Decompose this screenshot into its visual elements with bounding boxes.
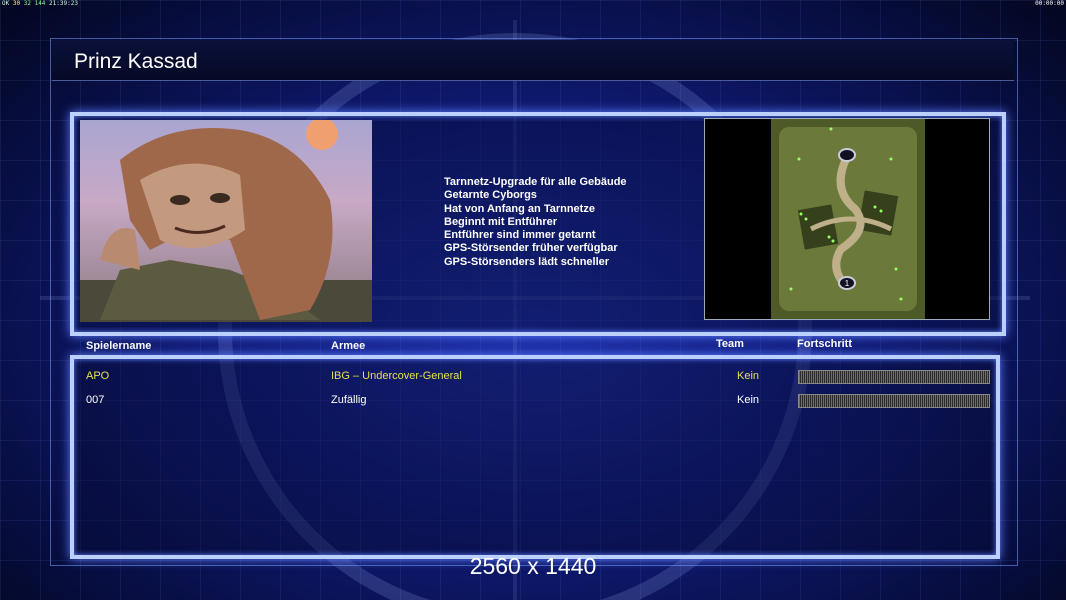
feature-item: Getarnte Cyborgs bbox=[444, 189, 537, 202]
player-team: Kein bbox=[737, 394, 760, 406]
feature-item: Beginnt mit Entführer bbox=[444, 215, 558, 228]
player-army: IBG – Undercover-General bbox=[331, 370, 462, 382]
player-row[interactable]: 007 Zufällig Kein bbox=[74, 391, 996, 411]
player-row[interactable]: APO IBG – Undercover-General Kein bbox=[74, 367, 996, 387]
osd-value-b: 32 bbox=[23, 0, 31, 7]
column-army[interactable]: Armee bbox=[331, 340, 365, 352]
osd-time: 21:39:23 bbox=[49, 0, 78, 7]
feature-item: Entführer sind immer getarnt bbox=[444, 229, 596, 242]
osd-value-a: 30 bbox=[12, 0, 21, 7]
title-bar: Prinz Kassad bbox=[52, 40, 1014, 81]
page-title: Prinz Kassad bbox=[74, 50, 198, 73]
osd-value-c: 144 bbox=[34, 0, 46, 7]
player-list-header: Spielername Armee Team Fortschritt bbox=[0, 338, 1066, 354]
player-name: APO bbox=[86, 370, 110, 382]
feature-item: Hat von Anfang an Tarnnetze bbox=[444, 202, 595, 215]
minimap: 1 bbox=[704, 118, 990, 320]
loading-progress-bar bbox=[798, 394, 990, 408]
start-position-number: 1 bbox=[845, 279, 850, 288]
player-list: APO IBG – Undercover-General Kein 007 Zu… bbox=[70, 355, 1000, 559]
resolution-label: 2560 x 1440 bbox=[469, 553, 597, 579]
start-position-marker bbox=[838, 148, 856, 162]
general-features-list: Tarnnetz-Upgrade für alle Gebäude Getarn… bbox=[444, 176, 627, 269]
loading-progress-bar bbox=[798, 370, 990, 384]
feature-item: GPS-Störsender früher verfügbar bbox=[444, 242, 618, 255]
column-progress[interactable]: Fortschritt bbox=[797, 338, 852, 350]
osd-stats: OK 30 32 144 21:39:23 bbox=[2, 0, 78, 7]
general-info-panel: Tarnnetz-Upgrade für alle Gebäude Getarn… bbox=[70, 112, 1006, 336]
feature-item: Tarnnetz-Upgrade für alle Gebäude bbox=[444, 176, 627, 188]
general-portrait bbox=[80, 120, 372, 322]
feature-item: GPS-Störsenders lädt schneller bbox=[444, 255, 610, 268]
osd-timer: 00:00:00 bbox=[1035, 0, 1064, 7]
player-army: Zufällig bbox=[331, 394, 367, 406]
column-team[interactable]: Team bbox=[716, 338, 744, 350]
osd-prefix: OK bbox=[2, 0, 10, 7]
column-player-name[interactable]: Spielername bbox=[86, 340, 151, 352]
player-team: Kein bbox=[737, 370, 760, 382]
player-name: 007 bbox=[86, 394, 105, 406]
